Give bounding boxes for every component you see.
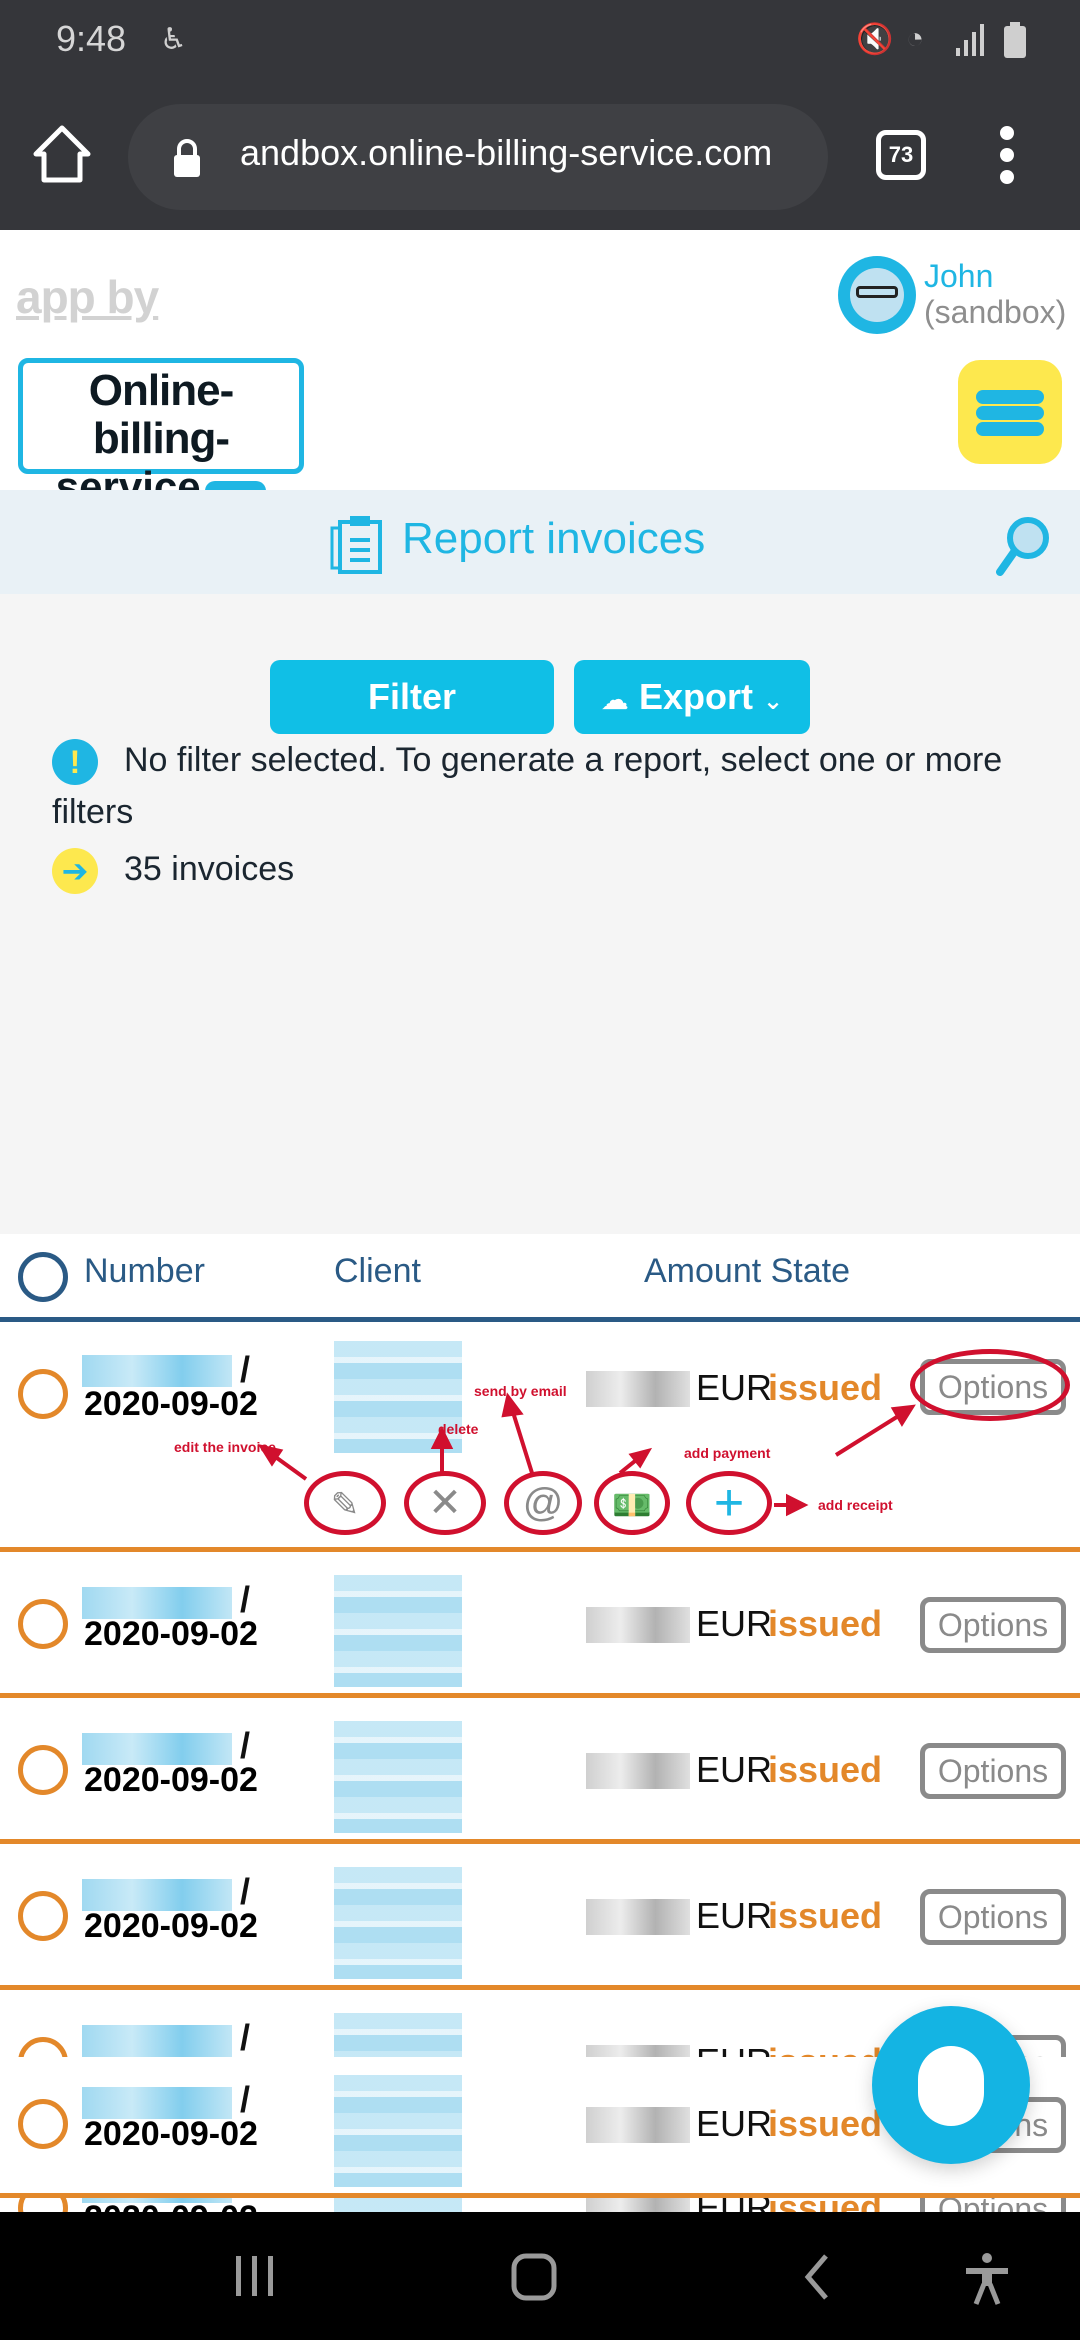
amount-redacted (586, 2107, 690, 2143)
browser-toolbar: andbox.online-billing-service.com 73 (0, 80, 1080, 230)
header-amount-state[interactable]: Amount State (644, 1252, 850, 1291)
accessibility-status-icon: ♿ (160, 23, 187, 56)
cloud-icon: ☁ (600, 684, 629, 715)
lock-icon (174, 139, 200, 177)
table-row[interactable]: / 2020-09-02 EUR issued Options (0, 1849, 1080, 1990)
recent-apps-icon[interactable] (232, 2252, 278, 2298)
invoice-date: 2020-09-02 (84, 1761, 258, 1799)
status-badge: issued (768, 1895, 883, 1936)
battery-icon (1004, 22, 1026, 58)
logo-line1: Online-billing- (88, 366, 235, 463)
page-title: Report invoices (402, 514, 706, 563)
table-row[interactable]: / 2020-09-02 EUR issued Options (0, 1703, 1080, 1844)
tab-switcher-button[interactable]: 73 (876, 130, 926, 180)
status-bar: 9:48 ♿ 🔇 ◔ (0, 0, 1080, 80)
status-time: 9:48 (56, 18, 127, 59)
amount-redacted (586, 1753, 690, 1789)
signal-icon (956, 24, 984, 56)
client-redacted[interactable] (334, 1721, 462, 1833)
status-badge: issued (768, 2103, 883, 2144)
user-role: (sandbox) (924, 294, 1067, 330)
export-label: Export (638, 676, 753, 717)
options-button[interactable]: Options (920, 1597, 1066, 1653)
header-number[interactable]: Number (84, 1252, 205, 1291)
invoice-count: ➔ 35 invoices (52, 848, 294, 894)
chevron-down-icon: ⌄ (762, 688, 784, 715)
client-redacted[interactable] (334, 1867, 462, 1979)
header-client[interactable]: Client (334, 1252, 421, 1291)
notice-text: No filter selected. To generate a report… (52, 741, 1003, 831)
logo[interactable]: Online-billing- service com (18, 358, 304, 513)
back-icon[interactable] (800, 2252, 834, 2302)
no-filter-notice: ! No filter selected. To generate a repor… (52, 734, 1032, 838)
wifi-icon: ◔ (906, 22, 925, 55)
currency: EUR (696, 1749, 773, 1790)
row-select-radio[interactable] (18, 2099, 68, 2149)
invoice-date: 2020-09-02 (84, 2199, 258, 2212)
home-nav-icon[interactable] (510, 2252, 560, 2302)
status-badge: issued (768, 1603, 883, 1644)
table-header: Number Client Amount State (0, 1234, 1080, 1322)
avatar[interactable] (838, 256, 916, 334)
table-row[interactable]: / 2020-09-02 EUR issued Options edit the… (0, 1327, 1080, 1552)
currency: EUR (696, 2103, 773, 2144)
mute-icon: 🔇 (856, 23, 894, 56)
filter-panel: Filter ☁ Export ⌄ ! No filter selected. T… (0, 594, 1080, 1234)
currency: EUR (696, 1895, 773, 1936)
select-all-radio[interactable] (18, 1252, 68, 1302)
browser-menu-icon[interactable] (992, 126, 1022, 186)
options-button[interactable]: Options (920, 1743, 1066, 1799)
row-select-radio[interactable] (18, 1891, 68, 1941)
annotation-arrows (257, 1392, 916, 1517)
address-bar[interactable]: andbox.online-billing-service.com (128, 104, 828, 210)
chat-button[interactable] (872, 2006, 1030, 2164)
count-text: 35 invoices (124, 849, 295, 888)
app-by-label: app by (16, 271, 159, 323)
url-text[interactable]: andbox.online-billing-service.com (240, 132, 772, 174)
table-row[interactable]: / 2020-09-02 EUR issued Options (0, 1557, 1080, 1698)
invoice-date: 2020-09-02 (84, 1907, 258, 1945)
invoice-date: 2020-09-02 (84, 2115, 258, 2153)
filter-button[interactable]: Filter (270, 660, 554, 734)
row-select-radio[interactable] (18, 1599, 68, 1649)
invoice-date: 2020-09-02 (84, 1615, 258, 1653)
search-icon[interactable] (994, 514, 1054, 578)
hamburger-menu-button[interactable] (958, 360, 1062, 464)
home-icon[interactable] (30, 122, 94, 186)
page-title-bar: Report invoices (0, 490, 1080, 594)
warning-icon: ! (52, 739, 98, 786)
clipboard-icon (330, 516, 382, 574)
system-nav-bar (0, 2212, 1080, 2340)
status-badge: issued (768, 1749, 883, 1790)
amount-redacted (586, 1607, 690, 1643)
amount-redacted (586, 1899, 690, 1935)
client-redacted[interactable] (334, 2075, 462, 2187)
currency: EUR (696, 1603, 773, 1644)
options-button[interactable]: Options (920, 1889, 1066, 1945)
row-select-radio[interactable] (18, 1745, 68, 1795)
accessibility-icon[interactable] (964, 2252, 1010, 2306)
export-button[interactable]: ☁ Export ⌄ (574, 660, 810, 734)
web-page: app by Online-billing- service com John … (0, 230, 1080, 2212)
user-name[interactable]: John (924, 258, 993, 295)
arrow-right-icon: ➔ (52, 848, 98, 894)
client-redacted[interactable] (334, 1575, 462, 1687)
chat-bubble-icon (918, 2046, 984, 2126)
